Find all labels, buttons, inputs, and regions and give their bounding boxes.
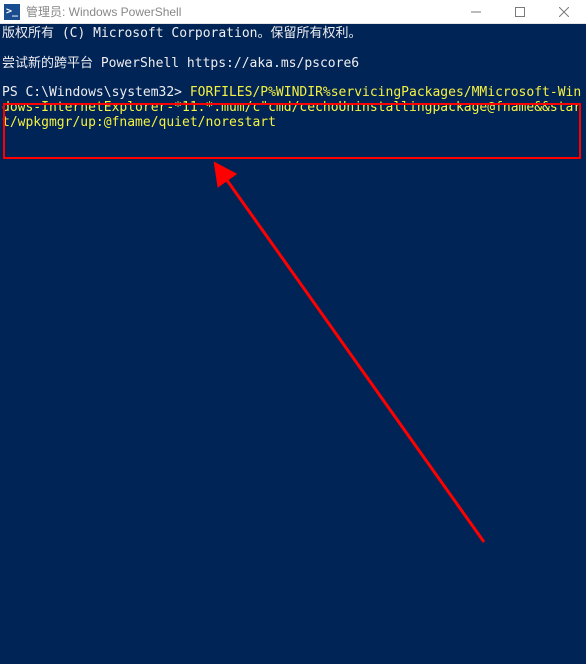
titlebar[interactable]: >_ 管理员: Windows PowerShell bbox=[0, 0, 586, 24]
close-button[interactable] bbox=[542, 0, 586, 23]
powershell-icon: >_ bbox=[4, 4, 20, 20]
minimize-icon bbox=[471, 7, 481, 17]
window-controls bbox=[454, 0, 586, 23]
window-title: 管理员: Windows PowerShell bbox=[26, 3, 454, 20]
try-new-line: 尝试新的跨平台 PowerShell https://aka.ms/pscore… bbox=[2, 56, 586, 71]
prompt-text: PS C:\Windows\system32> bbox=[2, 85, 182, 100]
minimize-button[interactable] bbox=[454, 0, 498, 23]
copyright-line: 版权所有 (C) Microsoft Corporation。保留所有权利。 bbox=[2, 26, 586, 41]
console-client-area[interactable]: 版权所有 (C) Microsoft Corporation。保留所有权利。 尝… bbox=[0, 24, 586, 664]
maximize-button[interactable] bbox=[498, 0, 542, 23]
command-block: PS C:\Windows\system32> FORFILES/P%WINDI… bbox=[2, 85, 586, 130]
console-text-area: 版权所有 (C) Microsoft Corporation。保留所有权利。 尝… bbox=[0, 24, 586, 130]
powershell-icon-glyph: >_ bbox=[6, 6, 18, 17]
powershell-window: >_ 管理员: Windows PowerShell 版权所有 (C) Micr… bbox=[0, 0, 586, 664]
close-icon bbox=[559, 7, 569, 17]
maximize-icon bbox=[515, 7, 525, 17]
